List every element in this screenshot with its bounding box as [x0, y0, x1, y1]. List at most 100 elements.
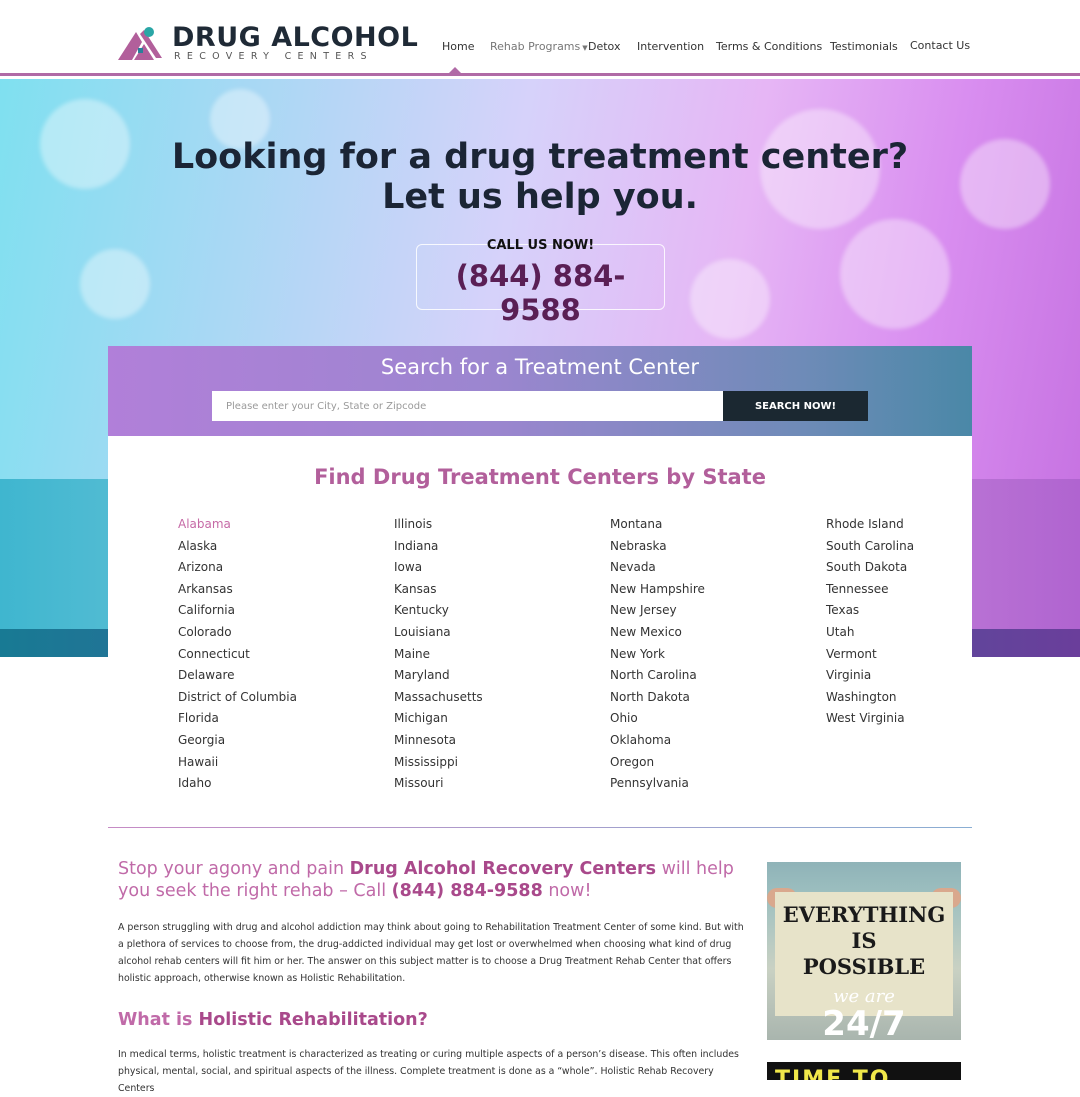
state-link-texas[interactable]: Texas — [826, 602, 1026, 624]
state-link-district-of-columbia[interactable]: District of Columbia — [178, 689, 378, 711]
call-label-text: CALL US NOW! — [486, 238, 595, 253]
state-link-ohio[interactable]: Ohio — [610, 710, 810, 732]
state-link-kentucky[interactable]: Kentucky — [394, 602, 594, 624]
state-link-michigan[interactable]: Michigan — [394, 710, 594, 732]
location-search-input[interactable] — [212, 391, 724, 421]
search-now-button[interactable]: SEARCH NOW! — [723, 391, 868, 421]
state-link-nevada[interactable]: Nevada — [610, 559, 810, 581]
state-link-illinois[interactable]: Illinois — [394, 516, 594, 538]
state-link-delaware[interactable]: Delaware — [178, 667, 378, 689]
promo-banner-2[interactable]: TIME TO — [767, 1062, 961, 1080]
states-panel: Find Drug Treatment Centers by State Ala… — [108, 436, 972, 828]
promo-big-text: 24/7 — [822, 1004, 906, 1040]
state-link-south-carolina[interactable]: South Carolina — [826, 538, 1026, 560]
state-link-connecticut[interactable]: Connecticut — [178, 646, 378, 668]
state-link-indiana[interactable]: Indiana — [394, 538, 594, 560]
state-link-idaho[interactable]: Idaho — [178, 775, 378, 797]
holistic-heading: What is Holistic Rehabilitation? — [118, 1010, 428, 1030]
hero-phone-link[interactable]: (844) 884-9588 — [417, 259, 664, 327]
state-link-minnesota[interactable]: Minnesota — [394, 732, 594, 754]
state-link-vermont[interactable]: Vermont — [826, 646, 1026, 668]
state-link-west-virginia[interactable]: West Virginia — [826, 710, 1026, 732]
site-header: DRUG ALCOHOL RECOVERY CENTERS Home Rehab… — [0, 0, 1080, 76]
state-link-oregon[interactable]: Oregon — [610, 754, 810, 776]
state-link-iowa[interactable]: Iowa — [394, 559, 594, 581]
state-column-1: Alabama Alaska Arizona Arkansas California Co… — [178, 516, 378, 797]
state-column-4: Rhode Island South Carolina South Dakota Te… — [826, 516, 1026, 732]
state-link-colorado[interactable]: Colorado — [178, 624, 378, 646]
lead-brand: Drug Alcohol Recovery Centers — [349, 859, 657, 879]
state-link-utah[interactable]: Utah — [826, 624, 1026, 646]
holistic-heading-bold: Holistic Rehabilitation? — [198, 1010, 428, 1030]
state-link-arkansas[interactable]: Arkansas — [178, 581, 378, 603]
state-link-mississippi[interactable]: Mississippi — [394, 754, 594, 776]
nav-detox[interactable]: Detox — [588, 40, 620, 53]
promo-banner-247[interactable]: EVERYTHING IS POSSIBLE we are 24/7 — [767, 862, 961, 1040]
hero-heading: Looking for a drug treatment center? Let… — [0, 137, 1080, 217]
holistic-paragraph: In medical terms, holistic treatment is … — [118, 1049, 739, 1094]
active-nav-indicator — [449, 67, 461, 73]
state-link-rhode-island[interactable]: Rhode Island — [826, 516, 1026, 538]
promo-text: EVERYTHING IS POSSIBLE — [767, 902, 961, 980]
nav-terms-conditions[interactable]: Terms & Conditions — [716, 40, 822, 53]
promo-line3: POSSIBLE — [802, 954, 926, 979]
states-title: Find Drug Treatment Centers by State — [314, 465, 766, 489]
promo2-text: TIME TO — [775, 1067, 891, 1080]
state-link-nebraska[interactable]: Nebraska — [610, 538, 810, 560]
state-link-washington[interactable]: Washington — [826, 689, 1026, 711]
state-link-pennsylvania[interactable]: Pennsylvania — [610, 775, 810, 797]
state-link-south-dakota[interactable]: South Dakota — [826, 559, 1026, 581]
state-link-north-carolina[interactable]: North Carolina — [610, 667, 810, 689]
nav-home[interactable]: Home — [442, 40, 474, 53]
bokeh-light — [690, 259, 770, 339]
holistic-heading-prefix: What is — [118, 1010, 199, 1030]
bokeh-light — [80, 249, 150, 319]
state-link-oklahoma[interactable]: Oklahoma — [610, 732, 810, 754]
state-link-missouri[interactable]: Missouri — [394, 775, 594, 797]
hero-line1-prefix: Looking for a — [171, 137, 445, 177]
state-link-virginia[interactable]: Virginia — [826, 667, 1026, 689]
state-link-montana[interactable]: Montana — [610, 516, 810, 538]
state-link-maine[interactable]: Maine — [394, 646, 594, 668]
lead-heading: Stop your agony and pain Drug Alcohol Re… — [118, 858, 748, 902]
promo-line2: IS — [851, 928, 877, 953]
lead-prefix: Stop your agony and pain — [118, 859, 350, 879]
state-link-massachusetts[interactable]: Massachusetts — [394, 689, 594, 711]
state-link-alabama[interactable]: Alabama — [178, 516, 378, 538]
intro-paragraph: A person struggling with drug and alcoho… — [118, 922, 744, 984]
nav-rehab-programs[interactable]: Rehab Programs ▼ — [490, 40, 588, 53]
nav-contact-us[interactable]: Contact Us — [910, 39, 970, 52]
state-link-maryland[interactable]: Maryland — [394, 667, 594, 689]
hero-line2: Let us help you. — [382, 177, 698, 217]
state-link-arizona[interactable]: Arizona — [178, 559, 378, 581]
promo-line1: EVERYTHING — [782, 902, 946, 927]
nav-rehab-programs-label: Rehab Programs — [490, 40, 581, 53]
state-link-new-york[interactable]: New York — [610, 646, 810, 668]
state-link-new-jersey[interactable]: New Jersey — [610, 602, 810, 624]
state-link-california[interactable]: California — [178, 602, 378, 624]
bokeh-light — [840, 219, 950, 329]
nav-testimonials[interactable]: Testimonials — [830, 40, 898, 53]
nav-intervention[interactable]: Intervention — [637, 40, 704, 53]
state-link-florida[interactable]: Florida — [178, 710, 378, 732]
search-panel: Search for a Treatment Center SEARCH NOW… — [108, 346, 972, 436]
state-link-new-mexico[interactable]: New Mexico — [610, 624, 810, 646]
main-nav: Home Rehab Programs ▼ Detox Intervention … — [0, 39, 1080, 60]
caret-down-icon: ▼ — [582, 44, 588, 52]
state-link-alaska[interactable]: Alaska — [178, 538, 378, 560]
lead-suffix: now! — [542, 881, 592, 901]
state-link-north-dakota[interactable]: North Dakota — [610, 689, 810, 711]
call-box: CALL US NOW! (844) 884-9588 — [416, 238, 665, 327]
state-link-tennessee[interactable]: Tennessee — [826, 581, 1026, 603]
state-link-georgia[interactable]: Georgia — [178, 732, 378, 754]
state-link-kansas[interactable]: Kansas — [394, 581, 594, 603]
state-link-louisiana[interactable]: Louisiana — [394, 624, 594, 646]
section-divider — [108, 827, 972, 828]
call-label: CALL US NOW! — [417, 238, 664, 253]
search-title: Search for a Treatment Center — [380, 355, 700, 379]
state-column-2: Illinois Indiana Iowa Kansas Kentucky Louisia… — [394, 516, 594, 797]
lead-phone[interactable]: (844) 884-9588 — [392, 881, 543, 901]
state-link-new-hampshire[interactable]: New Hampshire — [610, 581, 810, 603]
state-link-hawaii[interactable]: Hawaii — [178, 754, 378, 776]
hero-line1-bold: drug treatment center? — [444, 137, 909, 177]
